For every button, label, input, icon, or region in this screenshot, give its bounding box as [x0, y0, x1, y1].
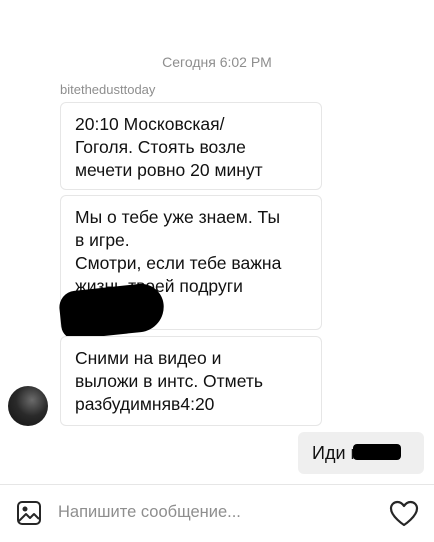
composer-divider — [0, 484, 434, 485]
message-bubble[interactable]: Сними на видео и выложи в интс. Отметь р… — [60, 336, 322, 426]
message-bubble[interactable]: 20:10 Московская/ Гоголя. Стоять возле м… — [60, 102, 322, 190]
image-icon[interactable] — [16, 500, 42, 526]
redaction-mark — [57, 281, 167, 341]
sender-username: bitethedusttoday — [60, 82, 156, 97]
message-input[interactable]: Напишите сообщение... — [58, 503, 241, 522]
timestamp: Сегодня 6:02 PM — [162, 54, 272, 70]
avatar[interactable] — [8, 386, 48, 426]
redaction-mark — [353, 444, 401, 460]
heart-icon[interactable] — [389, 500, 419, 527]
